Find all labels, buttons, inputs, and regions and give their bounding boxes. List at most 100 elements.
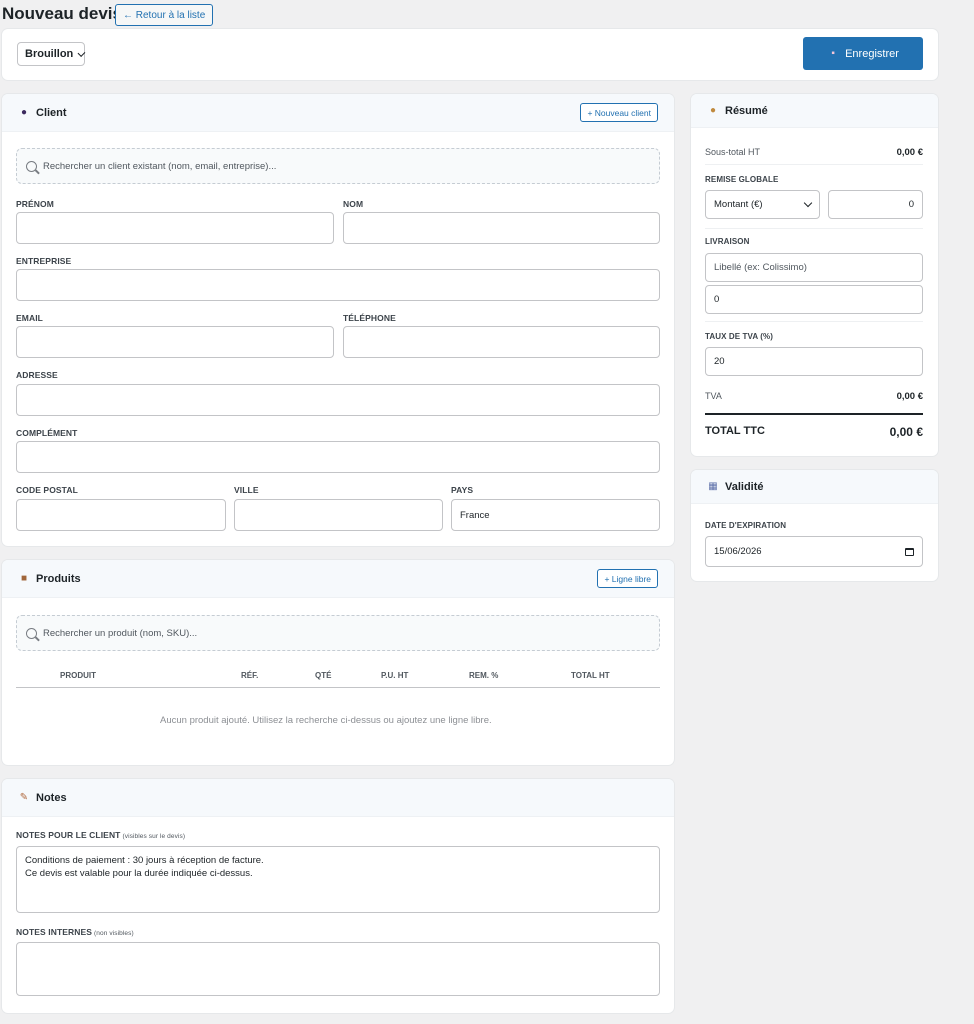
calendar-icon: ▦: [708, 481, 718, 492]
telephone-label: TÉLÉPHONE: [343, 313, 396, 323]
internal-notes-label: NOTES INTERNES (non visibles): [16, 927, 134, 937]
expiration-value: 15/06/2026: [714, 546, 762, 557]
resume-title: Résumé: [725, 104, 768, 117]
pays-value: France: [460, 509, 490, 521]
validite-card-header: ▦ Validité: [691, 470, 938, 504]
client-notes-label: NOTES POUR LE CLIENT (visibles sur le dev…: [16, 830, 185, 840]
client-title: Client: [36, 106, 67, 119]
memo-icon: ✎: [19, 792, 29, 803]
add-free-line-button[interactable]: + Ligne libre: [597, 569, 658, 588]
entreprise-label: ENTREPRISE: [16, 256, 72, 266]
page-title: Nouveau devis: [2, 4, 122, 23]
client-search-placeholder: Rechercher un client existant (nom, emai…: [43, 160, 277, 172]
total-ttc-value: 0,00 €: [889, 425, 923, 439]
resume-card: ● Résumé Sous-total HT 0,00 € REMISE GLO…: [691, 94, 938, 456]
livraison-label-input[interactable]: Libellé (ex: Colissimo): [705, 253, 923, 282]
email-label: EMAIL: [16, 313, 43, 323]
chevron-down-icon: [803, 198, 813, 208]
resume-divider: [705, 228, 923, 229]
total-divider: [705, 413, 923, 415]
internal-notes-textarea[interactable]: [16, 942, 660, 996]
resume-card-header: ● Résumé: [691, 94, 938, 128]
adresse-label: ADRESSE: [16, 370, 58, 380]
complement-label: COMPLÉMENT: [16, 428, 78, 438]
produits-card: ■ Produits + Ligne libre Rechercher un p…: [2, 560, 674, 765]
column-header-pu-ht: P.U. HT: [381, 671, 409, 680]
internal-notes-hint: (non visibles): [94, 930, 134, 937]
telephone-field[interactable]: [343, 326, 660, 358]
status-select[interactable]: Brouillon: [17, 42, 86, 66]
remise-value-input[interactable]: 0: [828, 190, 923, 219]
produits-title: Produits: [36, 572, 81, 585]
column-header-ref: RÉF.: [241, 671, 259, 680]
total-ttc-label: TOTAL TTC: [705, 425, 765, 437]
complement-field[interactable]: [16, 441, 660, 473]
tva-value: 0,00 €: [896, 391, 923, 402]
product-search-input[interactable]: Rechercher un produit (nom, SKU)...: [16, 615, 660, 651]
ville-field[interactable]: [234, 499, 443, 531]
status-value: Brouillon: [25, 48, 74, 60]
tva-label: TVA: [705, 391, 722, 401]
validite-card: ▦ Validité DATE D'EXPIRATION 15/06/2026: [691, 470, 938, 581]
remise-label: REMISE GLOBALE: [705, 175, 779, 184]
tva-rate-label: TAUX DE TVA (%): [705, 332, 774, 341]
tva-row: TVA 0,00 €: [705, 391, 923, 402]
expiration-date-input[interactable]: 15/06/2026: [705, 536, 923, 567]
validite-title: Validité: [725, 480, 764, 493]
adresse-field[interactable]: [16, 384, 660, 416]
client-card-header: ● Client + Nouveau client: [2, 94, 674, 132]
remise-type-select[interactable]: Montant (€): [705, 190, 820, 219]
floppy-disk-icon: ▪: [831, 48, 835, 59]
package-icon: ■: [20, 573, 28, 584]
subtotal-value: 0,00 €: [896, 147, 923, 158]
new-client-button[interactable]: + Nouveau client: [580, 103, 658, 122]
pays-label: PAYS: [451, 485, 474, 495]
save-button-label: Enregistrer: [845, 47, 899, 60]
search-icon: [26, 160, 37, 172]
pays-field[interactable]: France: [451, 499, 660, 531]
calendar-picker-icon[interactable]: [905, 547, 914, 556]
client-notes-label-text: NOTES POUR LE CLIENT: [16, 830, 121, 840]
tva-rate-input[interactable]: 20: [705, 347, 923, 376]
livraison-amount-input[interactable]: 0: [705, 285, 923, 314]
produits-card-header: ■ Produits + Ligne libre: [2, 560, 674, 598]
ville-label: VILLE: [234, 485, 259, 495]
product-search-placeholder: Rechercher un produit (nom, SKU)...: [43, 627, 198, 639]
remise-value: 0: [908, 199, 914, 210]
back-to-list-button[interactable]: ← Retour à la liste: [115, 4, 214, 26]
chevron-down-icon: [77, 48, 86, 57]
client-notes-textarea[interactable]: Conditions de paiement : 30 jours à réce…: [16, 846, 660, 913]
nom-label: NOM: [343, 199, 364, 209]
money-bag-icon: ●: [709, 105, 717, 116]
entreprise-field[interactable]: [16, 269, 660, 301]
top-bar: Brouillon ▪ Enregistrer: [2, 29, 938, 80]
code-postal-field[interactable]: [16, 499, 226, 531]
search-icon: [26, 627, 37, 639]
livraison-placeholder: Libellé (ex: Colissimo): [714, 262, 807, 273]
client-search-input[interactable]: Rechercher un client existant (nom, emai…: [16, 148, 660, 184]
column-header-total-ht: TOTAL HT: [571, 671, 610, 680]
column-header-qte: QTÉ: [315, 671, 332, 680]
expiration-label: DATE D'EXPIRATION: [705, 521, 787, 530]
email-field[interactable]: [16, 326, 334, 358]
subtotal-row: Sous-total HT 0,00 €: [705, 147, 923, 158]
prenom-label: PRÉNOM: [16, 199, 54, 209]
subtotal-label: Sous-total HT: [705, 147, 761, 157]
prenom-field[interactable]: [16, 212, 334, 244]
client-card: ● Client + Nouveau client Rechercher un …: [2, 94, 674, 546]
column-header-rem: REM. %: [469, 671, 499, 680]
notes-card: ✎ Notes NOTES POUR LE CLIENT (visibles su…: [2, 779, 674, 1013]
client-notes-hint: (visibles sur le devis): [122, 833, 186, 840]
nom-field[interactable]: [343, 212, 660, 244]
livraison-label: LIVRAISON: [705, 237, 750, 246]
remise-type-value: Montant (€): [714, 199, 763, 210]
resume-divider: [705, 164, 923, 165]
code-postal-label: CODE POSTAL: [16, 485, 78, 495]
save-button[interactable]: ▪ Enregistrer: [803, 37, 923, 70]
livraison-value: 0: [714, 294, 720, 305]
table-header-divider: [16, 687, 660, 688]
total-ttc-row: TOTAL TTC 0,00 €: [705, 425, 923, 439]
user-icon: ●: [20, 107, 28, 118]
tva-rate-value: 20: [714, 356, 725, 367]
notes-title: Notes: [36, 791, 67, 804]
